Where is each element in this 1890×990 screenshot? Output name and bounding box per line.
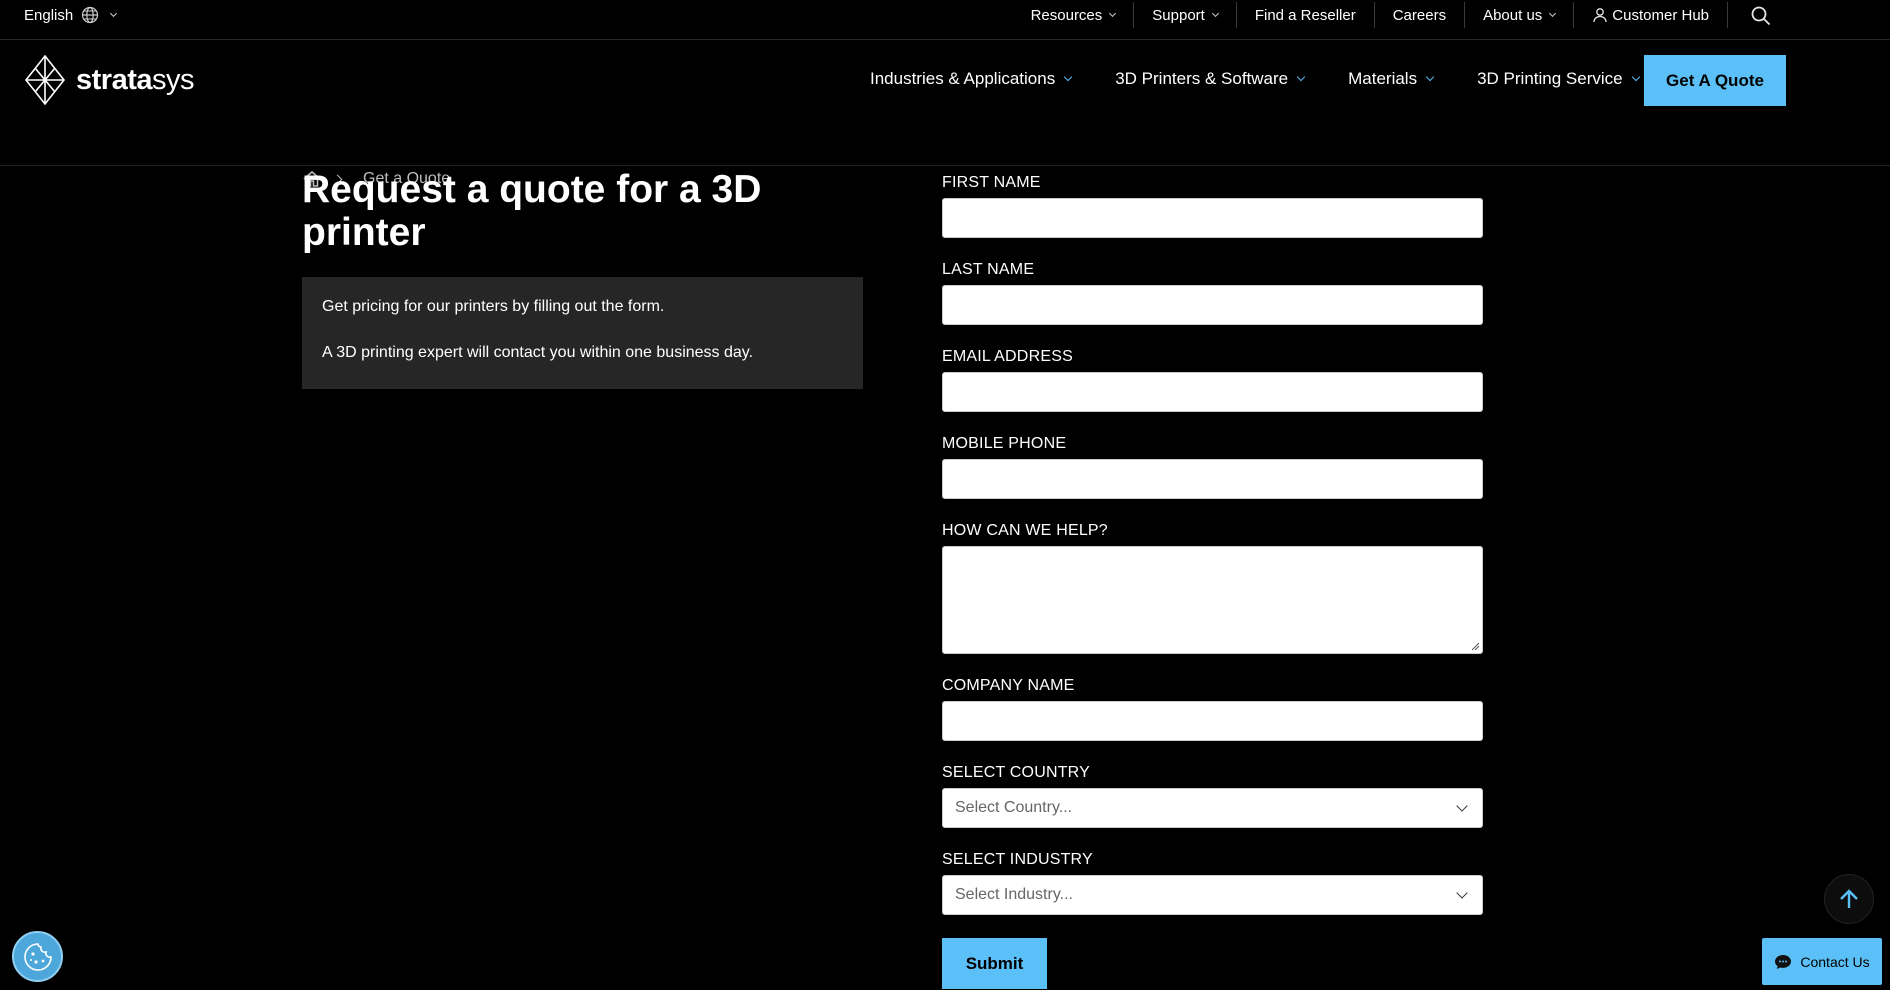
logo-wordmark-bold: strata bbox=[76, 63, 153, 96]
search-icon bbox=[1751, 6, 1771, 26]
contact-us-button[interactable]: Contact Us bbox=[1762, 938, 1882, 985]
help-textarea[interactable] bbox=[942, 546, 1483, 654]
help-field-group: HOW CAN WE HELP? bbox=[942, 522, 1483, 654]
first-name-label: FIRST NAME bbox=[942, 174, 1041, 191]
utility-bar: English Resources Support Find a Reselle… bbox=[0, 0, 1890, 40]
utility-nav: Resources Support Find a Reseller Career… bbox=[1013, 0, 1728, 30]
first-name-input[interactable] bbox=[942, 198, 1483, 238]
phone-field-group: MOBILE PHONE bbox=[942, 435, 1483, 499]
utility-item-about[interactable]: About us bbox=[1465, 2, 1575, 28]
utility-item-label: Resources bbox=[1030, 6, 1103, 24]
resize-grip-icon[interactable] bbox=[1470, 641, 1480, 651]
nav-item-industries[interactable]: Industries & Applications bbox=[870, 69, 1073, 89]
country-field-group: SELECT COUNTRY Select Country... bbox=[942, 764, 1483, 828]
logo-wordmark: stratasys bbox=[76, 63, 195, 97]
email-label: EMAIL ADDRESS bbox=[942, 348, 1073, 365]
globe-icon bbox=[82, 6, 99, 24]
industry-field-group: SELECT INDUSTRY Select Industry... bbox=[942, 851, 1483, 915]
quote-form: FIRST NAME LAST NAME EMAIL ADDRESS MOBIL… bbox=[942, 174, 1483, 938]
arrow-up-icon bbox=[1840, 889, 1858, 908]
company-field-group: COMPANY NAME bbox=[942, 677, 1483, 741]
phone-input[interactable] bbox=[942, 459, 1483, 499]
utility-item-label: About us bbox=[1483, 6, 1543, 24]
logo-wordmark-light: sys bbox=[152, 63, 195, 96]
primary-nav: Industries & Applications 3D Printers & … bbox=[870, 69, 1640, 89]
company-label: COMPANY NAME bbox=[942, 677, 1075, 694]
email-field-group: EMAIL ADDRESS bbox=[942, 348, 1483, 412]
utility-item-find-reseller[interactable]: Find a Reseller bbox=[1237, 2, 1375, 28]
help-label: HOW CAN WE HELP? bbox=[942, 522, 1108, 539]
chevron-down-icon bbox=[1109, 9, 1117, 17]
nav-item-materials[interactable]: Materials bbox=[1348, 69, 1435, 89]
nav-item-label: Materials bbox=[1348, 69, 1418, 88]
cookie-settings-button[interactable] bbox=[12, 931, 63, 982]
chevron-down-icon bbox=[1631, 72, 1640, 82]
chevron-down-icon bbox=[1296, 72, 1306, 82]
user-icon bbox=[1593, 8, 1607, 23]
nav-item-printers-software[interactable]: 3D Printers & Software bbox=[1115, 69, 1306, 89]
utility-item-careers[interactable]: Careers bbox=[1375, 2, 1466, 28]
industry-label: SELECT INDUSTRY bbox=[942, 851, 1093, 868]
country-select[interactable]: Select Country... bbox=[942, 788, 1483, 828]
utility-item-label: Customer Hub bbox=[1612, 6, 1709, 24]
company-input[interactable] bbox=[942, 701, 1483, 741]
page-title: Request a quote for a 3D printer bbox=[302, 168, 762, 254]
chevron-down-icon bbox=[110, 9, 118, 17]
get-a-quote-button[interactable]: Get A Quote bbox=[1644, 55, 1786, 106]
language-label: English bbox=[24, 6, 74, 24]
scroll-to-top-button[interactable] bbox=[1824, 874, 1874, 924]
nav-item-label: 3D Printers & Software bbox=[1115, 69, 1289, 88]
chevron-down-icon bbox=[1063, 72, 1073, 82]
nav-item-label: 3D Printing Service bbox=[1477, 69, 1623, 88]
main-nav: stratasys Industries & Applications 3D P… bbox=[0, 40, 1890, 187]
utility-item-resources[interactable]: Resources bbox=[1013, 2, 1135, 28]
chevron-down-icon bbox=[1211, 9, 1219, 17]
chevron-down-icon bbox=[1549, 9, 1557, 17]
submit-button[interactable]: Submit bbox=[942, 938, 1047, 989]
chevron-down-icon bbox=[1456, 800, 1468, 812]
industry-select[interactable]: Select Industry... bbox=[942, 875, 1483, 915]
country-select-value: Select Country... bbox=[955, 799, 1073, 816]
chevron-down-icon bbox=[1425, 72, 1435, 82]
intro-text: A 3D printing expert will contact you wi… bbox=[322, 344, 754, 361]
intro-box: Get pricing for our printers by filling … bbox=[302, 277, 863, 389]
last-name-label: LAST NAME bbox=[942, 261, 1035, 278]
intro-text: Get pricing for our printers by filling … bbox=[322, 298, 665, 315]
industry-select-value: Select Industry... bbox=[955, 886, 1073, 903]
email-input[interactable] bbox=[942, 372, 1483, 412]
utility-item-support[interactable]: Support bbox=[1134, 2, 1237, 28]
nav-item-label: Industries & Applications bbox=[870, 69, 1056, 88]
phone-label: MOBILE PHONE bbox=[942, 435, 1067, 452]
stratasys-logo-icon bbox=[24, 54, 66, 106]
first-name-field-group: FIRST NAME bbox=[942, 174, 1483, 238]
utility-item-label: Careers bbox=[1392, 6, 1447, 24]
utility-item-label: Find a Reseller bbox=[1254, 6, 1356, 24]
chat-icon bbox=[1775, 954, 1792, 969]
last-name-input[interactable] bbox=[942, 285, 1483, 325]
country-label: SELECT COUNTRY bbox=[942, 764, 1091, 781]
utility-item-label: Support bbox=[1152, 6, 1205, 24]
search-button[interactable] bbox=[1750, 5, 1772, 27]
utility-item-customer-hub[interactable]: Customer Hub bbox=[1574, 2, 1728, 28]
nav-item-printing-service[interactable]: 3D Printing Service bbox=[1477, 69, 1640, 89]
language-selector[interactable]: English bbox=[24, 6, 118, 24]
cookie-icon bbox=[23, 942, 52, 971]
chevron-down-icon bbox=[1456, 887, 1468, 899]
logo[interactable]: stratasys bbox=[24, 54, 195, 106]
contact-us-label: Contact Us bbox=[1800, 953, 1870, 970]
last-name-field-group: LAST NAME bbox=[942, 261, 1483, 325]
